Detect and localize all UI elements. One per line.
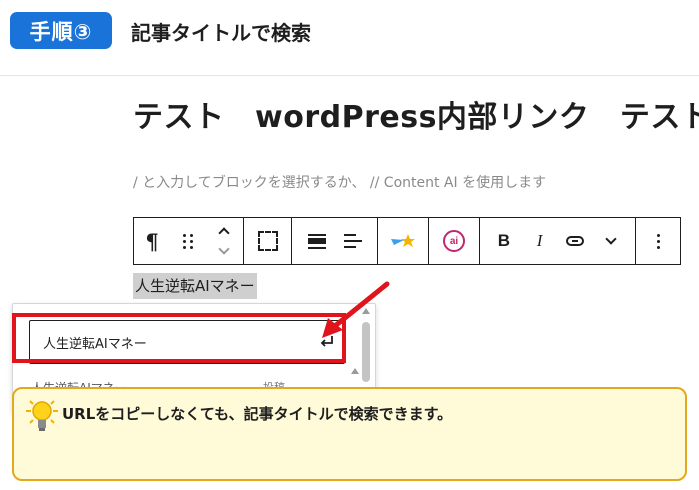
content-ai-icon: ai bbox=[443, 230, 465, 252]
select-block-button[interactable] bbox=[250, 218, 286, 264]
block-mover bbox=[206, 218, 242, 264]
bold-button[interactable]: B bbox=[486, 218, 522, 264]
shooting-star-icon bbox=[391, 234, 415, 247]
italic-icon: I bbox=[536, 231, 543, 250]
align-full-icon bbox=[307, 233, 326, 249]
scroll-up-arrow[interactable] bbox=[362, 308, 370, 314]
content-ai-group: ai bbox=[429, 218, 480, 264]
tip-text: URLをコピーしなくても、記事タイトルで検索できます。 bbox=[62, 405, 453, 423]
block-options-button[interactable] bbox=[640, 218, 676, 264]
options-group bbox=[636, 218, 680, 264]
move-up-icon[interactable] bbox=[218, 227, 230, 239]
format-group: B I bbox=[480, 218, 636, 264]
link-icon bbox=[566, 236, 585, 246]
content-ai-button[interactable]: ai bbox=[436, 218, 472, 264]
more-formats-button[interactable] bbox=[593, 218, 629, 264]
bold-icon: B bbox=[497, 231, 511, 250]
paragraph-icon: ¶ bbox=[145, 228, 159, 254]
selected-text[interactable]: 人生逆転AIマネー bbox=[133, 273, 257, 299]
select-parent-group bbox=[244, 218, 292, 264]
lightbulb-icon bbox=[26, 400, 58, 431]
paragraph-block-button[interactable]: ¶ bbox=[134, 218, 170, 264]
block-align-button[interactable] bbox=[299, 218, 335, 264]
plugin-star-button[interactable] bbox=[385, 218, 421, 264]
step-header: 手順③ 記事タイトルで検索 bbox=[0, 0, 699, 76]
popover-scrollbar[interactable] bbox=[362, 322, 370, 382]
move-down-icon[interactable] bbox=[218, 243, 230, 255]
block-placeholder[interactable]: / と入力してブロックを選択するか、 // Content AI を使用します bbox=[133, 172, 546, 192]
alignment-group bbox=[292, 218, 378, 264]
post-title[interactable]: テスト wordPress内部リンク テスト bbox=[133, 92, 699, 136]
step-title: 記事タイトルで検索 bbox=[131, 21, 311, 45]
select-frame-icon bbox=[257, 231, 278, 251]
drag-handle-icon bbox=[182, 233, 194, 249]
align-left-icon bbox=[343, 233, 362, 249]
link-button[interactable] bbox=[558, 218, 594, 264]
text-align-button[interactable] bbox=[335, 218, 371, 264]
chevron-down-icon bbox=[605, 233, 617, 245]
more-vertical-icon bbox=[656, 233, 660, 249]
tip-callout: URLをコピーしなくても、記事タイトルで検索できます。 bbox=[12, 387, 687, 481]
highlight-frame bbox=[12, 313, 346, 363]
italic-button[interactable]: I bbox=[522, 218, 558, 264]
results-scroll-up-arrow[interactable] bbox=[351, 368, 359, 374]
step-badge: 手順③ bbox=[10, 12, 112, 49]
drag-handle[interactable] bbox=[170, 218, 206, 264]
block-toolbar: ¶ ai B I bbox=[133, 217, 681, 265]
block-tools-group: ¶ bbox=[134, 218, 244, 264]
plugin-group-1 bbox=[378, 218, 429, 264]
